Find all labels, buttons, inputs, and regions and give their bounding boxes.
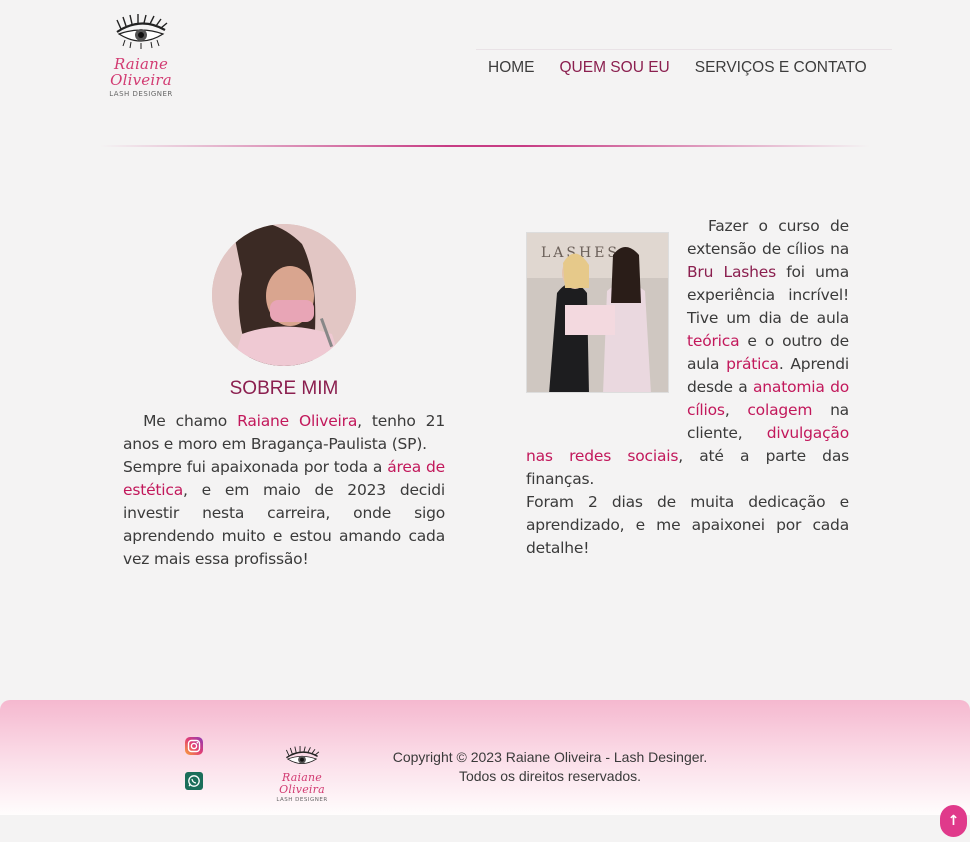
instagram-icon[interactable] bbox=[185, 737, 203, 755]
about-paragraph-1: Me chamo Raiane Oliveira, tenho 21 anos … bbox=[123, 410, 445, 456]
bru-lashes-highlight: Bru Lashes bbox=[687, 263, 776, 281]
main-nav: HOME QUEM SOU EU SERVIÇOS E CONTATO bbox=[476, 49, 892, 85]
copyright-text: Copyright © 2023 Raiane Oliveira - Lash … bbox=[390, 748, 710, 786]
profile-photo-image bbox=[212, 224, 356, 366]
back-to-top-button[interactable]: ↑ bbox=[940, 805, 967, 837]
footer-logo-subtitle: LASH DESIGNER bbox=[276, 797, 328, 803]
logo-name: Raiane Oliveira bbox=[110, 55, 172, 89]
pratica-highlight: prática bbox=[726, 355, 779, 373]
copyright-line-2: Todos os direitos reservados. bbox=[458, 768, 642, 784]
nav-home[interactable]: HOME bbox=[488, 50, 535, 85]
course-text-span: , bbox=[724, 401, 748, 419]
arrow-up-icon: ↑ bbox=[947, 813, 960, 829]
about-paragraph-2: Sempre fui apaixonada por toda a área de… bbox=[123, 456, 445, 571]
site-logo[interactable]: Raiane Oliveira LASH DESIGNER bbox=[86, 14, 196, 98]
about-title: SOBRE MIM bbox=[229, 378, 339, 399]
course-text: Fazer o curso de extensão de cílios na B… bbox=[526, 215, 849, 560]
eyelash-logo-icon bbox=[285, 746, 320, 764]
logo-subtitle: LASH DESIGNER bbox=[109, 90, 173, 98]
nav-quem-sou-eu[interactable]: QUEM SOU EU bbox=[560, 50, 670, 85]
eyelash-logo-icon bbox=[116, 14, 168, 49]
footer-logo[interactable]: Raiane Oliveira LASH DESIGNER bbox=[262, 746, 342, 803]
whatsapp-icon[interactable] bbox=[185, 772, 203, 790]
footer-logo-name: Raiane Oliveira bbox=[279, 771, 325, 796]
course-text-float-spacer bbox=[526, 215, 687, 424]
course-paragraph-2: Foram 2 dias de muita dedicação e aprend… bbox=[526, 493, 849, 557]
profile-photo bbox=[212, 224, 356, 366]
copyright-line-1: Copyright © 2023 Raiane Oliveira - Lash … bbox=[392, 749, 708, 765]
site-footer: Raiane Oliveira LASH DESIGNER Copyright … bbox=[0, 700, 970, 815]
site-header: Raiane Oliveira LASH DESIGNER HOME QUEM … bbox=[0, 0, 970, 150]
about-text-span: Me chamo bbox=[143, 412, 238, 430]
about-text: Me chamo Raiane Oliveira, tenho 21 anos … bbox=[123, 410, 445, 571]
about-name-highlight: Raiane Oliveira bbox=[237, 412, 358, 430]
about-text-span: Sempre fui apaixonada por toda a bbox=[123, 458, 388, 476]
teorica-highlight: teórica bbox=[687, 332, 740, 350]
header-divider bbox=[100, 145, 870, 147]
nav-servicos-e-contato[interactable]: SERVIÇOS E CONTATO bbox=[695, 50, 867, 85]
course-text-span: Fazer o curso de extensão de cílios na bbox=[687, 217, 849, 258]
colagem-highlight: colagem bbox=[747, 401, 813, 419]
